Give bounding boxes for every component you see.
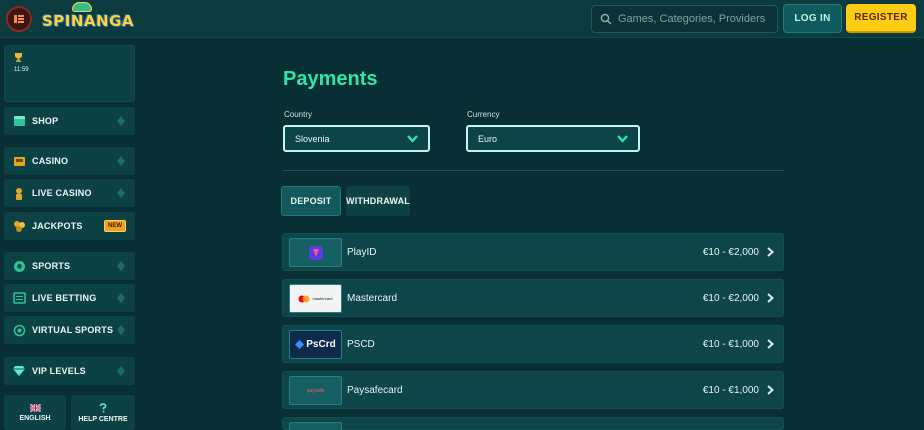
- casino-icon: [12, 154, 26, 168]
- chevron-down-icon: [407, 135, 418, 143]
- search-icon: [600, 13, 612, 25]
- payment-row-playid[interactable]: PlayID €10 - €2,000: [282, 233, 784, 271]
- tab-deposit[interactable]: DEPOSIT: [281, 186, 341, 216]
- trophy-icon: [15, 53, 22, 62]
- pscd-logo-text: PsCrd: [306, 339, 336, 350]
- sidebar-item-virtual-sports[interactable]: VIRTUAL SPORTS: [4, 316, 135, 344]
- sidebar-item-label: LIVE CASINO: [32, 188, 92, 198]
- payment-range: €10 - €1,000: [702, 385, 759, 396]
- payment-range: €10 - €2,000: [702, 293, 759, 304]
- diamond-deco-icon: [117, 261, 125, 271]
- new-badge: NEW: [104, 220, 126, 232]
- login-button[interactable]: LOG IN: [783, 4, 842, 33]
- payment-name: Paysafecard: [347, 385, 403, 396]
- menu-icon: [14, 15, 24, 23]
- paysafecard-logo: paysafe: [289, 376, 342, 405]
- sidebar-widget[interactable]: 11:59: [4, 45, 135, 102]
- paysafecard-logo-text: paysafe: [306, 387, 325, 394]
- sidebar-item-live-betting[interactable]: LIVE BETTING: [4, 284, 135, 312]
- sidebar-item-label: LIVE BETTING: [32, 293, 97, 303]
- sidebar-item-label: VIRTUAL SPORTS: [32, 325, 114, 335]
- help-centre-button[interactable]: HELP CENTRE: [71, 395, 135, 430]
- mastercard-logo: mastercard: [289, 284, 342, 313]
- register-button[interactable]: REGISTER: [846, 4, 916, 33]
- payment-name: PlayID: [347, 247, 377, 258]
- payment-logo-partial: [289, 422, 342, 430]
- currency-select[interactable]: Euro: [466, 125, 640, 152]
- diamond-icon: [12, 364, 26, 378]
- payment-name: PSCD: [347, 339, 375, 350]
- diamond-deco-icon: [117, 156, 125, 166]
- virtual-sports-icon: [12, 323, 26, 337]
- mastercard-logo-text: mastercard: [312, 296, 333, 301]
- page-title: Payments: [283, 68, 378, 90]
- currency-label: Currency: [467, 110, 500, 119]
- payment-range: €10 - €2,000: [702, 247, 759, 258]
- divider: [283, 170, 784, 171]
- playid-logo: [289, 238, 342, 267]
- payment-row-mastercard[interactable]: mastercard Mastercard €10 - €2,000: [282, 279, 784, 317]
- language-label: ENGLISH: [19, 414, 51, 422]
- diamond-deco-icon: [117, 188, 125, 198]
- logo-wordmark: SPINANGA: [42, 12, 135, 30]
- sidebar-item-label: VIP LEVELS: [32, 366, 86, 376]
- chevron-right-icon: [767, 247, 774, 257]
- payment-row-paysafecard[interactable]: paysafe Paysafecard €10 - €1,000: [282, 371, 784, 409]
- sidebar-item-sports[interactable]: SPORTS: [4, 252, 135, 280]
- diamond-deco-icon: [117, 325, 125, 335]
- search-input[interactable]: [617, 13, 777, 25]
- payment-name: Mastercard: [347, 293, 398, 304]
- country-label: Country: [284, 110, 313, 119]
- payment-row-partial[interactable]: [282, 417, 784, 430]
- logo[interactable]: SPINANGA: [42, 2, 135, 36]
- live-betting-icon: [12, 291, 26, 305]
- sidebar-item-label: CASINO: [32, 156, 69, 166]
- question-mark-icon: [99, 402, 107, 412]
- currency-value: Euro: [478, 133, 498, 144]
- payment-row-pscd[interactable]: PsCrd PSCD €10 - €1,000: [282, 325, 784, 363]
- language-button[interactable]: ENGLISH: [4, 395, 66, 430]
- diamond-deco-icon: [117, 293, 125, 303]
- sidebar-item-label: SPORTS: [32, 261, 71, 271]
- logo-gem-icon: [72, 2, 92, 12]
- country-value: Slovenia: [295, 133, 330, 144]
- shop-icon: [12, 114, 26, 128]
- chevron-right-icon: [767, 339, 774, 349]
- sidebar-item-live-casino[interactable]: LIVE CASINO: [4, 179, 135, 207]
- live-casino-icon: [12, 186, 26, 200]
- top-bar: SPINANGA LOG IN REGISTER: [0, 0, 924, 38]
- sidebar-item-label: JACKPOTS: [32, 221, 83, 231]
- uk-flag-icon: [29, 403, 41, 412]
- sidebar-item-jackpots[interactable]: JACKPOTS NEW: [4, 212, 135, 240]
- chevron-right-icon: [767, 385, 774, 395]
- sidebar-item-vip-levels[interactable]: VIP LEVELS: [4, 357, 135, 385]
- tab-withdrawal[interactable]: WITHDRAWAL: [346, 186, 410, 216]
- help-centre-label: HELP CENTRE: [78, 415, 128, 423]
- search-box[interactable]: [591, 5, 778, 33]
- sidebar-item-casino[interactable]: CASINO: [4, 147, 135, 175]
- sidebar-item-label: SHOP: [32, 116, 59, 126]
- soccer-ball-icon: [12, 259, 26, 273]
- widget-time: 11:59: [14, 67, 29, 73]
- diamond-deco-icon: [117, 116, 125, 126]
- pscd-logo: PsCrd: [289, 330, 342, 359]
- diamond-deco-icon: [117, 366, 125, 376]
- sidebar-item-shop[interactable]: SHOP: [4, 107, 135, 135]
- chevron-down-icon: [617, 135, 628, 143]
- menu-button[interactable]: [6, 6, 32, 32]
- payment-range: €10 - €1,000: [702, 339, 759, 350]
- chevron-right-icon: [767, 293, 774, 303]
- country-select[interactable]: Slovenia: [283, 125, 430, 152]
- jackpots-icon: [12, 219, 26, 233]
